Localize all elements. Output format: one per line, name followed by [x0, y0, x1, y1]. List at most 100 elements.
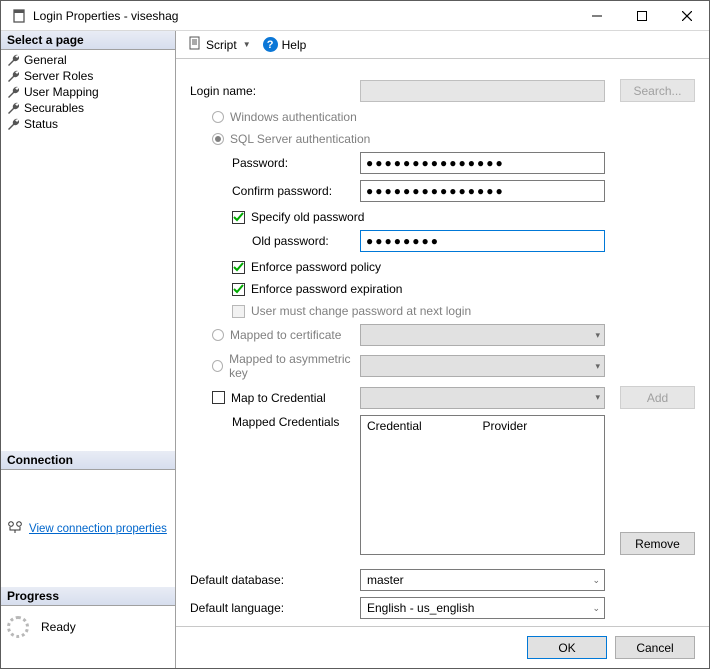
- sidebar-item-status[interactable]: Status: [1, 116, 175, 132]
- radio-icon: [212, 111, 224, 123]
- window-title: Login Properties - viseshag: [33, 9, 574, 23]
- chevron-down-icon: ▾: [595, 361, 600, 372]
- cancel-button[interactable]: Cancel: [615, 636, 695, 659]
- sidebar-item-general[interactable]: General: [1, 52, 175, 68]
- sidebar: Select a page General Server Roles User …: [1, 31, 176, 668]
- map-credential-label: Map to Credential: [231, 391, 326, 405]
- script-button[interactable]: Script ▼: [184, 34, 255, 55]
- chevron-down-icon: ⌄: [592, 575, 600, 586]
- sidebar-label: User Mapping: [24, 85, 99, 99]
- default-db-label: Default database:: [190, 573, 360, 587]
- windows-auth-label: Windows authentication: [230, 110, 357, 124]
- enforce-expiration-checkbox[interactable]: Enforce password expiration: [190, 280, 695, 298]
- sidebar-item-user-mapping[interactable]: User Mapping: [1, 84, 175, 100]
- ok-button[interactable]: OK: [527, 636, 607, 659]
- default-db-value: master: [367, 573, 404, 587]
- form-area: Login name: Search... Windows authentica…: [176, 59, 709, 626]
- login-properties-window: Login Properties - viseshag Select a pag…: [0, 0, 710, 669]
- mapped-credentials-label: Mapped Credentials: [190, 415, 360, 429]
- remove-button[interactable]: Remove: [620, 532, 695, 555]
- confirm-password-label: Confirm password:: [190, 184, 360, 198]
- windows-auth-radio: Windows authentication: [190, 108, 695, 126]
- default-lang-combo[interactable]: English - us_english ⌄: [360, 597, 605, 619]
- select-page-header: Select a page: [1, 31, 175, 50]
- sql-auth-radio: SQL Server authentication: [190, 130, 695, 148]
- must-change-checkbox: User must change password at next login: [190, 302, 695, 320]
- mapped-credentials-table: Credential Provider: [360, 415, 605, 555]
- network-icon: [7, 520, 23, 537]
- sidebar-label: General: [24, 53, 67, 67]
- mapped-asym-combo: ▾: [360, 355, 605, 377]
- wrench-icon: [7, 86, 19, 98]
- radio-icon: [212, 133, 224, 145]
- progress-section: Ready: [1, 606, 175, 668]
- view-connection-properties-link[interactable]: View connection properties: [29, 523, 167, 535]
- progress-spinner-icon: [7, 616, 29, 638]
- sidebar-label: Server Roles: [24, 69, 93, 83]
- chevron-down-icon: ⌄: [592, 603, 600, 614]
- window-controls: [574, 1, 709, 30]
- enforce-policy-label: Enforce password policy: [251, 260, 381, 274]
- dialog-footer: OK Cancel: [176, 626, 709, 668]
- script-label: Script: [206, 38, 237, 52]
- wrench-icon: [7, 118, 19, 130]
- login-name-label: Login name:: [190, 84, 360, 98]
- radio-icon: [212, 329, 224, 341]
- confirm-password-input[interactable]: [360, 180, 605, 202]
- checkbox-unchecked-icon: [232, 305, 245, 318]
- connection-header: Connection: [1, 451, 175, 470]
- page-list: General Server Roles User Mapping Secura…: [1, 50, 175, 134]
- wrench-icon: [7, 54, 19, 66]
- wrench-icon: [7, 70, 19, 82]
- map-credential-checkbox[interactable]: [212, 391, 225, 404]
- help-icon: ?: [263, 37, 278, 52]
- toolbar: Script ▼ ? Help: [176, 31, 709, 59]
- wrench-icon: [7, 102, 19, 114]
- checkbox-checked-icon: [232, 283, 245, 296]
- minimize-button[interactable]: [574, 1, 619, 30]
- password-label: Password:: [190, 156, 360, 170]
- radio-icon: [212, 360, 223, 372]
- progress-header: Progress: [1, 587, 175, 606]
- default-db-combo[interactable]: master ⌄: [360, 569, 605, 591]
- specify-old-password-checkbox[interactable]: Specify old password: [190, 208, 695, 226]
- specify-old-label: Specify old password: [251, 210, 364, 224]
- add-button: Add: [620, 386, 695, 409]
- script-icon: [188, 36, 202, 53]
- mapped-cert-label: Mapped to certificate: [230, 328, 341, 342]
- enforce-policy-checkbox[interactable]: Enforce password policy: [190, 258, 695, 276]
- mapped-cert-combo: ▾: [360, 324, 605, 346]
- search-button: Search...: [620, 79, 695, 102]
- checkbox-checked-icon: [232, 211, 245, 224]
- dropdown-arrow-icon: ▼: [243, 40, 251, 49]
- sidebar-item-server-roles[interactable]: Server Roles: [1, 68, 175, 84]
- must-change-label: User must change password at next login: [251, 304, 471, 318]
- sidebar-label: Status: [24, 117, 58, 131]
- col-credential: Credential: [367, 419, 483, 433]
- old-password-input[interactable]: [360, 230, 605, 252]
- checkbox-checked-icon: [232, 261, 245, 274]
- password-input[interactable]: [360, 152, 605, 174]
- help-button[interactable]: ? Help: [259, 35, 311, 54]
- map-credential-combo: ▾: [360, 387, 605, 409]
- mapped-asym-label: Mapped to asymmetric key: [229, 352, 360, 380]
- close-button[interactable]: [664, 1, 709, 30]
- progress-status: Ready: [41, 620, 76, 634]
- old-password-label: Old password:: [190, 234, 360, 248]
- connection-section: View connection properties: [1, 470, 175, 547]
- titlebar: Login Properties - viseshag: [1, 1, 709, 31]
- sidebar-item-securables[interactable]: Securables: [1, 100, 175, 116]
- login-name-input: [360, 80, 605, 102]
- col-provider: Provider: [483, 419, 599, 433]
- default-lang-value: English - us_english: [367, 601, 474, 615]
- maximize-button[interactable]: [619, 1, 664, 30]
- content-pane: Script ▼ ? Help Login name: Search...: [176, 31, 709, 668]
- enforce-expiration-label: Enforce password expiration: [251, 282, 402, 296]
- chevron-down-icon: ▾: [595, 392, 600, 403]
- chevron-down-icon: ▾: [595, 330, 600, 341]
- sql-auth-label: SQL Server authentication: [230, 132, 370, 146]
- sidebar-label: Securables: [24, 101, 84, 115]
- help-label: Help: [282, 38, 307, 52]
- app-icon: [11, 8, 27, 24]
- default-lang-label: Default language:: [190, 601, 360, 615]
